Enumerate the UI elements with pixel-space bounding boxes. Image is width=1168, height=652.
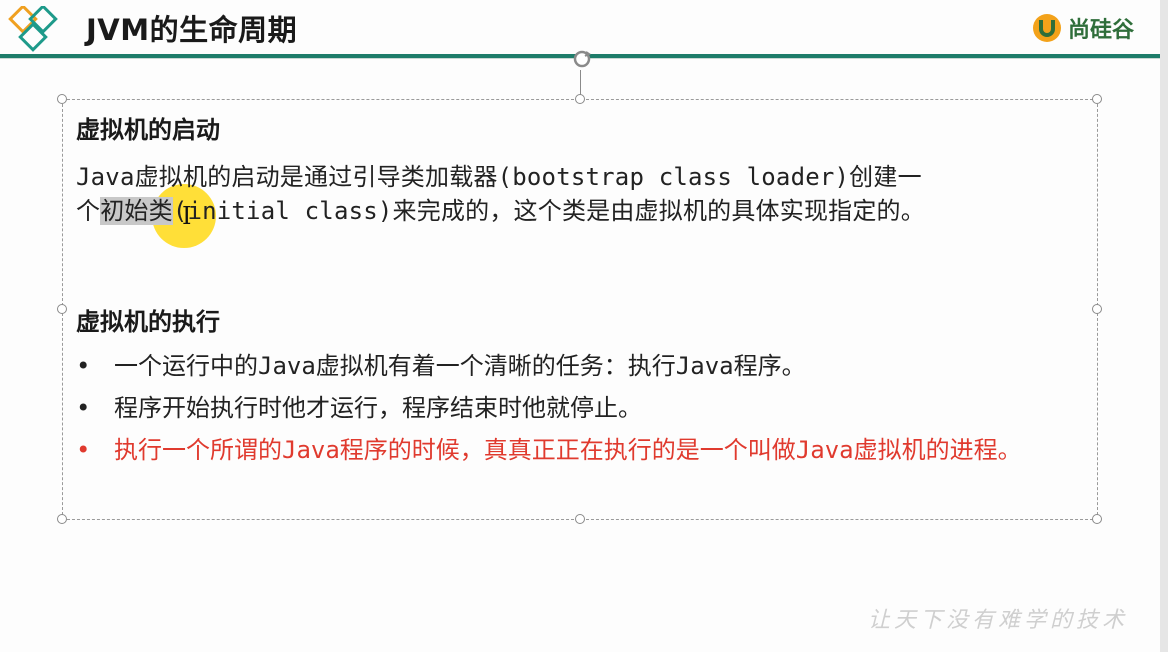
resize-handle-middle-left[interactable] — [57, 304, 67, 314]
bullet-dot: • — [76, 394, 91, 422]
startup-line-2: 个初始类(initial class)来完成的，这个类是由虚拟机的具体实现指定的… — [76, 194, 1086, 228]
bullet-item-1: • 一个运行中的Java虚拟机有着一个清晰的任务：执行Java程序。 — [76, 350, 1076, 382]
bullet-item-text: 执行一个所谓的Java程序的时候，真真正正在执行的是一个叫做Java虚拟机的进程… — [114, 436, 1022, 464]
slide: JVM的生命周期 尚硅谷 虚拟机的启动 Java虚拟机的启动是通过引导类加载器(… — [0, 0, 1168, 652]
bullet-dot: • — [76, 436, 91, 464]
resize-handle-bottom-left[interactable] — [57, 514, 67, 524]
brand-name: 尚硅谷 — [1067, 18, 1134, 43]
selected-text-initial-class[interactable]: 初始类 — [100, 197, 173, 225]
resize-handle-top-middle[interactable] — [575, 94, 585, 104]
bullet-item-text: 一个运行中的Java虚拟机有着一个清晰的任务：执行Java程序。 — [114, 352, 806, 380]
startup-line-2-prefix: 个 — [76, 197, 101, 225]
brand-u-icon — [1032, 14, 1061, 42]
resize-handle-top-left[interactable] — [57, 94, 67, 104]
watermark-slogan: 让天下没有难学的技术 — [867, 608, 1128, 633]
text-cursor-ibeam-icon: I — [182, 202, 192, 230]
bullet-item-text: 程序开始执行时他才运行，程序结束时他就停止。 — [114, 394, 642, 422]
bullet-item-3: • 执行一个所谓的Java程序的时候，真真正正在执行的是一个叫做Java虚拟机的… — [76, 434, 1076, 466]
section-heading-execution: 虚拟机的执行 — [76, 308, 220, 336]
startup-line-1: Java虚拟机的启动是通过引导类加载器(bootstrap class load… — [76, 163, 922, 191]
rotate-handle-icon[interactable] — [571, 48, 593, 70]
bullet-dot: • — [76, 352, 91, 380]
section-heading-startup: 虚拟机的启动 — [76, 116, 220, 144]
brand-logo: 尚硅谷 — [1032, 12, 1134, 44]
execution-bullet-list: • 一个运行中的Java虚拟机有着一个清晰的任务：执行Java程序。 • 程序开… — [76, 350, 1076, 476]
resize-handle-middle-right[interactable] — [1092, 304, 1102, 314]
slide-title: JVM的生命周期 — [86, 13, 298, 47]
startup-paragraph[interactable]: Java虚拟机的启动是通过引导类加载器(bootstrap class load… — [76, 160, 1086, 228]
window-right-edge — [1160, 0, 1168, 652]
bullet-item-2: • 程序开始执行时他才运行，程序结束时他就停止。 — [76, 392, 1076, 424]
resize-handle-top-right[interactable] — [1092, 94, 1102, 104]
resize-handle-bottom-right[interactable] — [1092, 514, 1102, 524]
resize-handle-bottom-middle[interactable] — [575, 514, 585, 524]
diamond-logo-icon — [8, 6, 58, 52]
startup-line-2-suffix: (initial class)来完成的，这个类是由虚拟机的具体实现指定的。 — [172, 197, 925, 225]
